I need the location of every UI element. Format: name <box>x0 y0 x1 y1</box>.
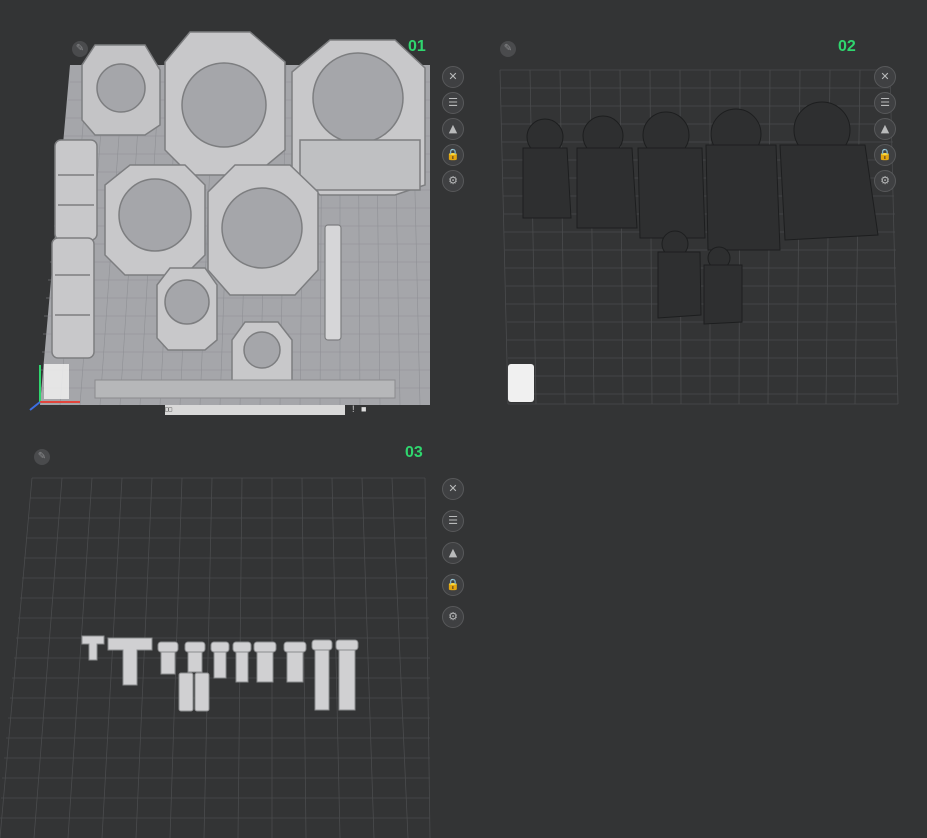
part-dark-peg-5 <box>779 101 879 241</box>
close-button[interactable]: ✕ <box>874 66 896 88</box>
part-dark-peg-4 <box>705 108 781 251</box>
plate-03[interactable]: ✎ 03 ✕ ☰ ▲ 🔒 ⚙ <box>0 430 470 838</box>
part-dark-peg-small-2 <box>703 246 743 325</box>
plate-02[interactable]: ✎ 02 ✕ ☰ ▲ 🔒 ⚙ <box>470 0 927 420</box>
lock-button[interactable]: 🔒 <box>442 574 464 596</box>
part-ring-large <box>291 39 426 196</box>
close-icon: ✕ <box>448 70 458 83</box>
part-screw-3 <box>210 641 230 679</box>
part-screw-8 <box>335 639 359 711</box>
part-ring-medium-top <box>164 31 286 176</box>
list-icon: ☰ <box>448 514 458 527</box>
part-screw-1 <box>157 641 179 675</box>
auto-orient-icon: ▲ <box>880 122 890 135</box>
close-button[interactable]: ✕ <box>442 66 464 88</box>
lock-icon: 🔒 <box>878 148 892 161</box>
build-plate-viewport[interactable] <box>470 0 927 420</box>
settings-button[interactable]: ⚙ <box>874 170 896 192</box>
part-screw-7 <box>311 639 333 711</box>
build-plate-viewport[interactable] <box>0 430 470 838</box>
lock-icon: 🔒 <box>446 578 460 591</box>
part-column-left-upper <box>54 139 98 241</box>
plate-corner-marker <box>508 364 534 402</box>
lock-icon: 🔒 <box>446 148 460 161</box>
warning-icon[interactable]: ! <box>352 404 355 414</box>
auto-orient-icon: ▲ <box>448 122 458 135</box>
part-screw-2 <box>184 641 206 673</box>
bottle-icon[interactable]: ■ <box>361 404 366 414</box>
close-icon: ✕ <box>880 70 890 83</box>
status-bar: □□ <box>165 405 345 415</box>
part-dark-peg-small-1 <box>657 230 702 319</box>
printer-icon: □□ <box>165 406 173 413</box>
part-screw-small-2 <box>194 672 210 712</box>
part-screw-4 <box>232 641 252 683</box>
auto-orient-button[interactable]: ▲ <box>442 118 464 140</box>
part-dark-peg-1 <box>522 118 572 219</box>
part-list-button[interactable]: ☰ <box>874 92 896 114</box>
auto-orient-icon: ▲ <box>448 546 458 559</box>
settings-button[interactable]: ⚙ <box>442 606 464 628</box>
build-plate-viewport[interactable] <box>0 0 470 420</box>
settings-icon: ⚙ <box>880 174 890 187</box>
part-screw-5 <box>253 641 277 683</box>
part-ring-small-middle <box>156 267 218 351</box>
lock-button[interactable]: 🔒 <box>442 144 464 166</box>
part-list-button[interactable]: ☰ <box>442 510 464 532</box>
part-column-left-lower <box>51 237 95 359</box>
list-icon: ☰ <box>880 96 890 109</box>
auto-orient-button[interactable]: ▲ <box>442 542 464 564</box>
part-base-strip <box>94 379 396 399</box>
lock-button[interactable]: 🔒 <box>874 144 896 166</box>
part-small-t-pin <box>81 635 105 661</box>
part-dark-peg-3 <box>637 111 706 239</box>
part-screw-small-1 <box>178 672 194 712</box>
settings-button[interactable]: ⚙ <box>442 170 464 192</box>
settings-icon: ⚙ <box>448 610 458 623</box>
part-ring-medium-left <box>104 164 206 276</box>
part-dark-peg-2 <box>576 115 638 229</box>
part-ring-medium-right <box>207 164 319 296</box>
part-list-button[interactable]: ☰ <box>442 92 464 114</box>
list-icon: ☰ <box>448 96 458 109</box>
auto-orient-button[interactable]: ▲ <box>874 118 896 140</box>
close-button[interactable]: ✕ <box>442 478 464 500</box>
plate-01[interactable]: ✎ 01 □□ ! ■ ✕ ☰ ▲ 🔒 ⚙ <box>0 0 470 420</box>
part-rod <box>324 224 342 341</box>
part-screw-6 <box>283 641 307 683</box>
settings-icon: ⚙ <box>448 174 458 187</box>
close-icon: ✕ <box>448 482 458 495</box>
part-ring-small-top <box>81 44 161 136</box>
